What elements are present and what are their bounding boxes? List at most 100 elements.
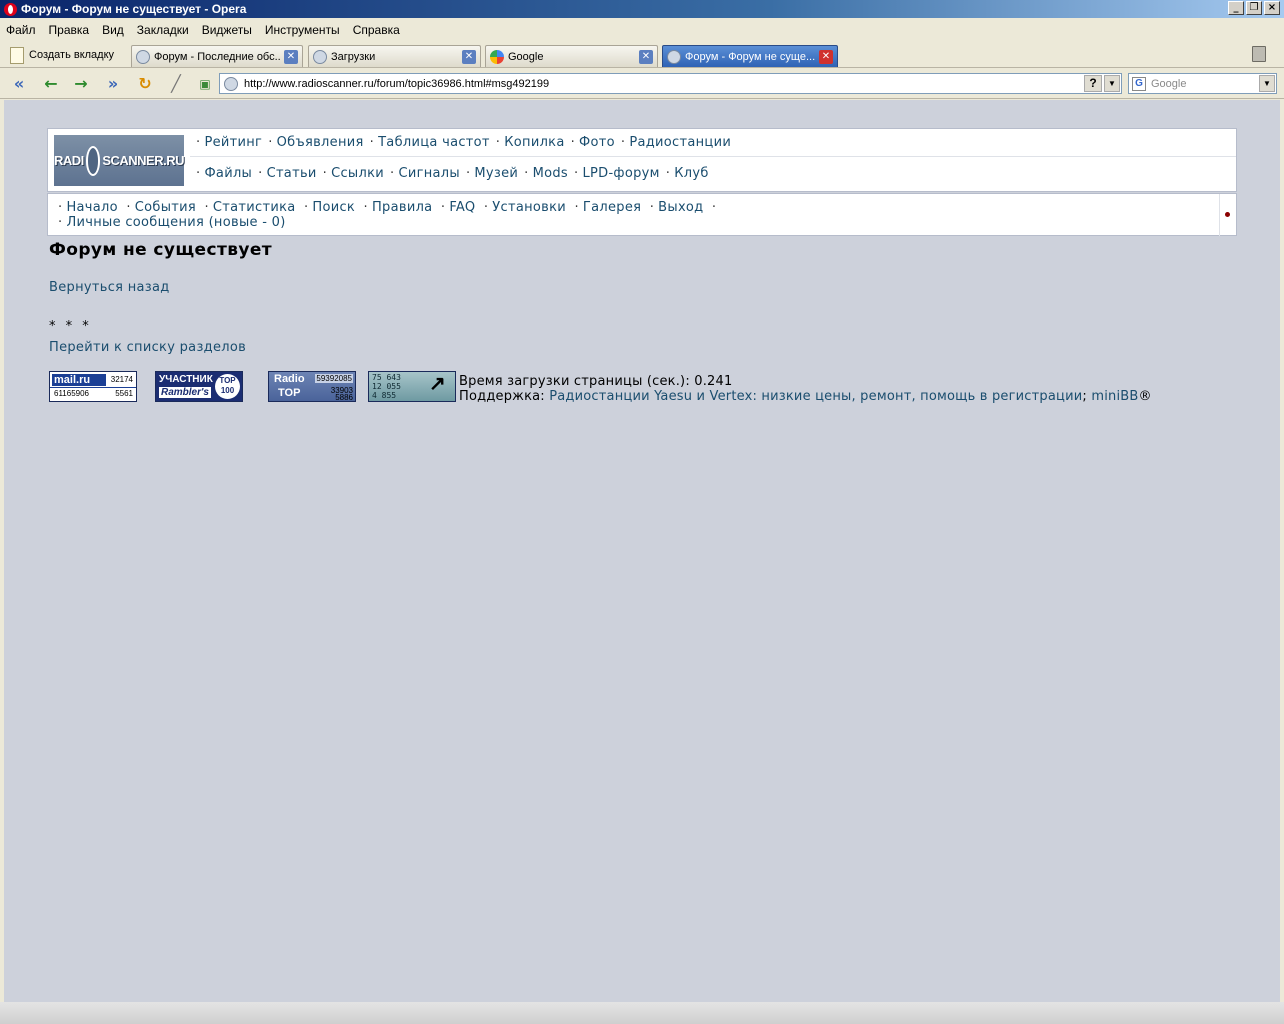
counter-value: 12 055 — [372, 382, 401, 391]
menu-help[interactable]: Справка — [353, 23, 400, 37]
nav-frequency-table[interactable]: Таблица частот — [378, 135, 490, 150]
nav-radio-stations[interactable]: Радиостанции — [629, 135, 731, 150]
downloads-favicon-icon — [313, 49, 327, 64]
maximize-button[interactable]: ❐ — [1246, 1, 1262, 15]
menu-file[interactable]: Файл — [6, 23, 36, 37]
support-label: Поддержка: — [459, 389, 545, 404]
rewind-icon[interactable]: « — [8, 74, 30, 94]
nav-signals[interactable]: Сигналы — [398, 166, 460, 181]
menu-search[interactable]: Поиск — [312, 200, 355, 215]
logo-text-left: RADI — [54, 153, 84, 168]
window-titlebar: Форум - Форум не существует - Opera _ ❐ … — [0, 0, 1284, 18]
tab-close-icon[interactable]: ✕ — [819, 49, 833, 64]
menu-tools[interactable]: Инструменты — [265, 23, 340, 37]
tab-close-icon[interactable]: ✕ — [284, 49, 298, 64]
status-bar — [0, 1002, 1284, 1024]
menu-logout[interactable]: Выход — [658, 200, 703, 215]
tab-google[interactable]: Google ✕ — [485, 45, 658, 67]
nav-museum[interactable]: Музей — [474, 166, 518, 181]
menu-start[interactable]: Начало — [66, 200, 117, 215]
back-icon[interactable]: ← — [40, 74, 62, 94]
menu-events[interactable]: События — [135, 200, 196, 215]
navigation-bar: « ← → » ↻ ╱ ▣ http://www.radioscanner.ru… — [0, 69, 1284, 99]
minibb-link[interactable]: miniBB — [1091, 389, 1138, 404]
counter-value: 75 643 — [372, 373, 401, 382]
page-title: Форум не существует — [49, 240, 273, 260]
menu-faq[interactable]: FAQ — [449, 200, 475, 215]
counter-value: 61165906 — [54, 389, 89, 398]
forum-menu-row-1: · Начало · События · Статистика · Поиск · Пра… — [58, 200, 717, 215]
menu-widgets[interactable]: Виджеты — [202, 23, 252, 37]
menu-edit[interactable]: Правка — [49, 23, 90, 37]
reload-icon[interactable]: ↻ — [134, 74, 156, 94]
page-viewport: RADI SCANNER.RU · Рейтинг · Объявления · Та… — [4, 100, 1280, 1002]
tab-label: Google — [508, 50, 544, 63]
tab-downloads[interactable]: Загрузки ✕ — [308, 45, 481, 67]
site-logo[interactable]: RADI SCANNER.RU — [54, 135, 184, 186]
support-link[interactable]: Радиостанции Yaesu и Vertex: низкие цены… — [549, 389, 1082, 404]
opera-logo-icon — [4, 2, 17, 16]
trash-icon[interactable] — [1252, 46, 1266, 62]
chevron-down-icon[interactable]: ▼ — [1259, 75, 1275, 92]
tab-forum-not-exists[interactable]: Форум - Форум не суще... ✕ — [662, 45, 838, 67]
tab-close-icon[interactable]: ✕ — [462, 49, 476, 64]
rambler-top100-counter[interactable]: УЧАСТНИК Rambler's TOP 100 — [155, 371, 243, 402]
forum-user-menu: · Начало · События · Статистика · Поиск · Пра… — [47, 193, 1237, 236]
nav-photo[interactable]: Фото — [579, 135, 615, 150]
sections-list-link[interactable]: Перейти к списку разделов — [49, 340, 246, 355]
nav-articles[interactable]: Статьи — [267, 166, 317, 181]
window-title: Форум - Форум не существует - Opera — [21, 2, 247, 16]
nav-rating[interactable]: Рейтинг — [204, 135, 262, 150]
nav-links[interactable]: Ссылки — [331, 166, 384, 181]
nav-lpd-forum[interactable]: LPD-форум — [582, 166, 659, 181]
menu-gallery[interactable]: Галерея — [583, 200, 641, 215]
radio-logo-icon — [85, 145, 101, 176]
nav-files[interactable]: Файлы — [204, 166, 252, 181]
site-favicon-icon — [136, 49, 150, 64]
site-header: RADI SCANNER.RU · Рейтинг · Объявления · Та… — [47, 128, 1237, 192]
address-field[interactable]: http://www.radioscanner.ru/forum/topic36… — [219, 73, 1122, 94]
counter-divider — [50, 387, 136, 388]
new-tab-button[interactable]: Создать вкладку — [6, 44, 118, 66]
menu-statistics[interactable]: Статистика — [213, 200, 296, 215]
close-window-button[interactable]: × — [1264, 1, 1280, 15]
tab-label: Загрузки — [331, 50, 376, 63]
google-favicon-icon — [490, 49, 504, 64]
search-field[interactable]: G Google ▼ — [1128, 73, 1277, 94]
window-controls: _ ❐ × — [1228, 1, 1280, 15]
menu-rules[interactable]: Правила — [372, 200, 432, 215]
radio-top-line-2: TOP — [278, 387, 301, 399]
menu-settings[interactable]: Установки — [492, 200, 566, 215]
counter-value: 4 855 — [372, 391, 397, 400]
menu-bookmarks[interactable]: Закладки — [137, 23, 189, 37]
support-line: Поддержка: Радиостанции Yaesu и Vertex: … — [459, 389, 1152, 404]
radio-top-line-1: Radio — [274, 373, 305, 385]
radio-top-counter[interactable]: Radio TOP 59392085 33903 5886 — [268, 371, 356, 402]
url-text[interactable]: http://www.radioscanner.ru/forum/topic36… — [244, 78, 1084, 90]
site-favicon-icon — [667, 49, 681, 64]
back-link[interactable]: Вернуться назад — [49, 280, 170, 295]
chevron-down-icon[interactable]: ▼ — [1104, 75, 1120, 92]
nav-ads[interactable]: Объявления — [277, 135, 364, 150]
minimize-button[interactable]: _ — [1228, 1, 1244, 15]
fast-forward-icon[interactable]: » — [102, 74, 124, 94]
liveinternet-counter[interactable]: 75 643 12 055 4 855 ↗ — [368, 371, 456, 402]
nav-piggybank[interactable]: Копилка — [504, 135, 564, 150]
menu-private-messages[interactable]: Личные сообщения — [66, 215, 204, 230]
mailru-counter[interactable]: mail.ru 32174 61165906 5561 — [49, 371, 137, 402]
search-placeholder[interactable]: Google — [1151, 78, 1259, 90]
nav-club[interactable]: Клуб — [674, 166, 708, 181]
site-nav-row-2: · Файлы · Статьи · Ссылки · Сигналы · Музей ·… — [196, 165, 709, 181]
nav-mods[interactable]: Mods — [533, 166, 568, 181]
tab-forum-latest[interactable]: Форум - Последние обс... ✕ — [131, 45, 303, 67]
edit-icon[interactable]: ╱ — [165, 74, 187, 94]
menu-view[interactable]: Вид — [102, 23, 124, 37]
google-search-icon: G — [1132, 76, 1146, 91]
registered-mark: ® — [1138, 389, 1152, 404]
tab-close-icon[interactable]: ✕ — [639, 49, 653, 64]
counter-value: 5561 — [115, 389, 133, 398]
bookmark-icon[interactable]: ▣ — [194, 74, 216, 94]
new-page-icon — [10, 46, 24, 64]
forward-icon[interactable]: → — [70, 74, 92, 94]
help-button[interactable]: ? — [1084, 75, 1102, 92]
